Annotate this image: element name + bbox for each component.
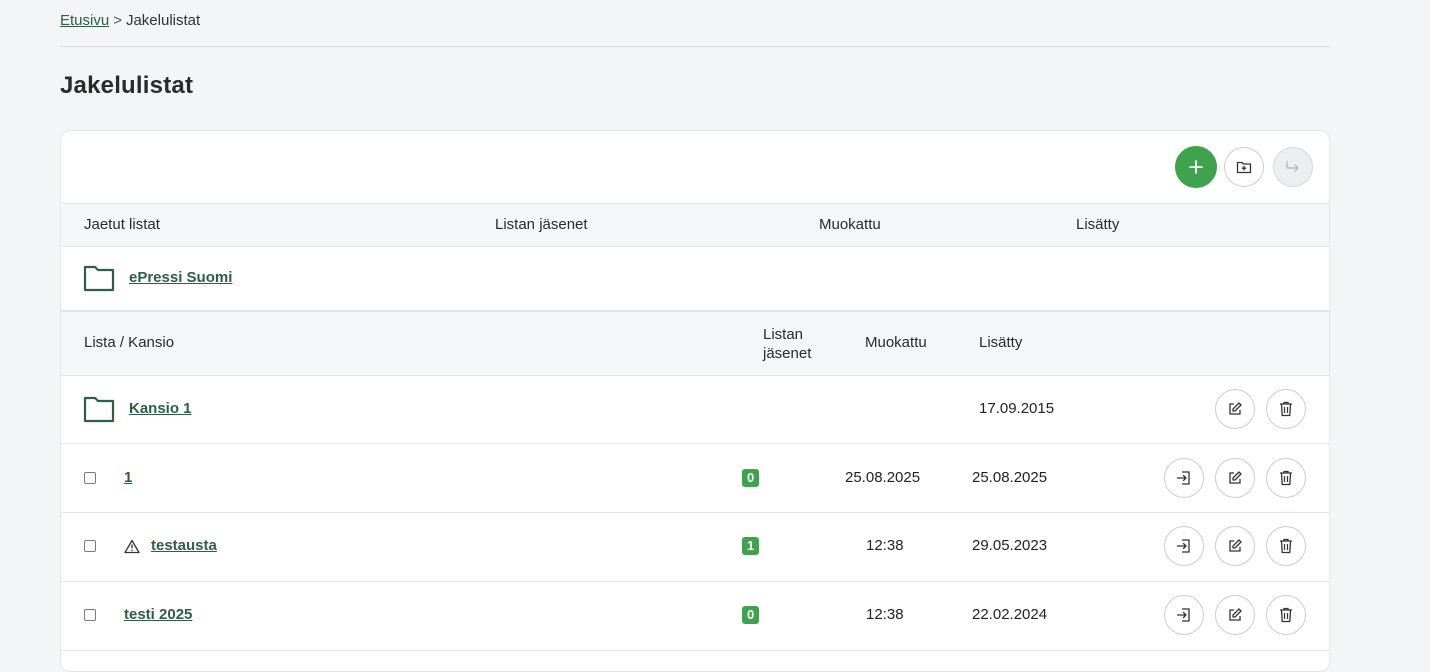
added-value: 29.05.2023 — [972, 537, 1048, 554]
edit-button[interactable] — [1215, 458, 1255, 498]
edit-button[interactable] — [1215, 526, 1255, 566]
edit-button[interactable] — [1215, 595, 1255, 635]
col-list-added: Lisätty — [979, 334, 1023, 351]
added-value: 25.08.2025 — [972, 469, 1048, 486]
import-icon — [1176, 539, 1190, 553]
header-divider — [60, 46, 1330, 47]
modified-value: 25.08.2025 — [845, 469, 921, 486]
edit-icon — [1229, 539, 1242, 552]
edit-icon — [1229, 608, 1242, 621]
move-arrow-icon — [1286, 161, 1299, 172]
import-button[interactable] — [1164, 595, 1204, 635]
breadcrumb: Etusivu > Jakelulistat — [60, 12, 200, 29]
folder-row: Kansio 1 17.09.2015 — [61, 375, 1329, 444]
list-row: testi 2025 0 12:38 22.02.2024 — [61, 582, 1329, 651]
breadcrumb-current: Jakelulistat — [125, 12, 201, 29]
import-icon — [1176, 471, 1190, 485]
shared-folder-link[interactable]: ePressi Suomi — [129, 269, 232, 286]
trash-icon — [1280, 401, 1292, 417]
added-value: 22.02.2024 — [972, 606, 1048, 623]
col-modified: Muokattu — [819, 216, 881, 233]
modified-value: 12:38 — [866, 537, 904, 554]
col-list-members-line2: jäsenet — [763, 345, 812, 362]
folder-icon — [83, 265, 115, 292]
list-link[interactable]: testausta — [151, 537, 217, 554]
members-badge: 0 — [742, 606, 760, 624]
list-row: testausta 1 12:38 29.05.2023 — [61, 513, 1329, 582]
breadcrumb-separator: > — [113, 12, 122, 29]
import-button[interactable] — [1164, 458, 1204, 498]
delete-button[interactable] — [1266, 458, 1306, 498]
edit-icon — [1229, 471, 1242, 484]
col-list-folder: Lista / Kansio — [84, 334, 175, 351]
folder-link[interactable]: Kansio 1 — [129, 400, 192, 417]
row-checkbox[interactable] — [84, 540, 96, 552]
delete-button[interactable] — [1266, 595, 1306, 635]
toolbar — [61, 131, 1329, 203]
page-title: Jakelulistat — [60, 72, 194, 99]
plus-icon — [1189, 160, 1203, 174]
shared-folder-row: ePressi Suomi — [61, 246, 1329, 311]
list-link[interactable]: 1 — [124, 469, 132, 486]
col-list-modified: Muokattu — [865, 334, 927, 351]
breadcrumb-home-link[interactable]: Etusivu — [60, 12, 109, 29]
folder-icon — [83, 396, 115, 423]
col-shared-lists: Jaetut listat — [84, 216, 160, 233]
col-list-members: Listan jäsenet — [763, 325, 811, 363]
lists-card: Jaetut listat Listan jäsenet Muokattu Li… — [60, 130, 1330, 672]
move-button[interactable] — [1273, 147, 1313, 187]
warning-icon — [124, 539, 140, 554]
shared-lists-header: Jaetut listat Listan jäsenet Muokattu Li… — [61, 203, 1329, 247]
folder-plus-icon — [1236, 161, 1252, 174]
row-checkbox[interactable] — [84, 472, 96, 484]
members-badge: 0 — [742, 469, 760, 487]
delete-button[interactable] — [1266, 389, 1306, 429]
edit-button[interactable] — [1215, 389, 1255, 429]
trash-icon — [1280, 607, 1292, 623]
folder-added: 17.09.2015 — [979, 400, 1055, 417]
list-link[interactable]: testi 2025 — [124, 606, 192, 623]
import-icon — [1176, 608, 1190, 622]
trash-icon — [1280, 538, 1292, 554]
import-button[interactable] — [1164, 526, 1204, 566]
lists-header: Lista / Kansio Listan jäsenet Muokattu Li… — [61, 311, 1329, 376]
new-folder-button[interactable] — [1224, 147, 1264, 187]
col-members: Listan jäsenet — [495, 216, 588, 233]
trash-icon — [1280, 470, 1292, 486]
col-added: Lisätty — [1076, 216, 1120, 233]
delete-button[interactable] — [1266, 526, 1306, 566]
edit-icon — [1229, 402, 1242, 415]
col-list-members-line1: Listan — [763, 326, 804, 343]
members-badge: 1 — [742, 537, 760, 555]
add-list-button[interactable] — [1175, 146, 1217, 188]
modified-value: 12:38 — [866, 606, 904, 623]
row-checkbox[interactable] — [84, 609, 96, 621]
list-row: 1 0 25.08.2025 25.08.2025 — [61, 444, 1329, 513]
